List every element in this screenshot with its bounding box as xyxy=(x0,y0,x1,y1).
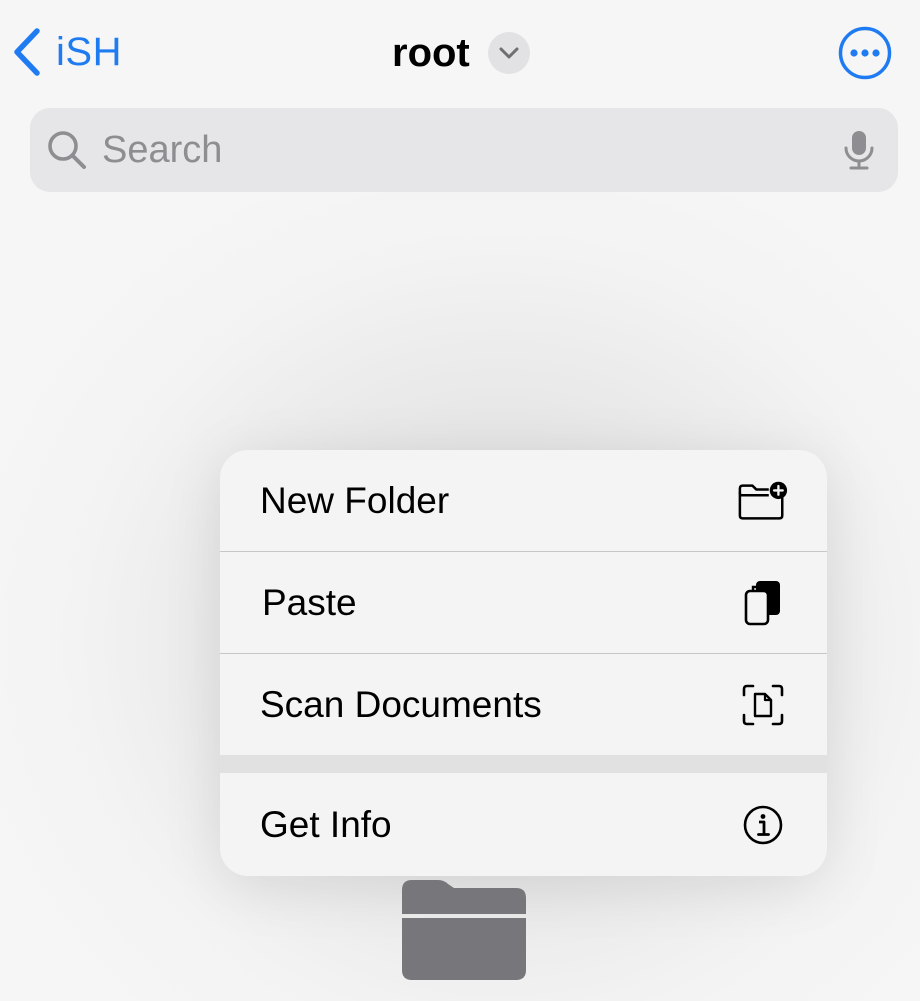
folder-badge-plus-icon xyxy=(737,475,789,527)
menu-item-new-folder[interactable]: New Folder xyxy=(220,450,827,551)
info-circle-icon xyxy=(737,799,789,851)
doc-on-clipboard-icon xyxy=(737,577,789,629)
title-menu[interactable]: root xyxy=(392,28,530,78)
ellipsis-circle-icon xyxy=(838,26,892,80)
context-menu: New Folder Paste Scan Documents Get Info xyxy=(220,450,827,876)
chevron-down-icon xyxy=(499,47,519,59)
search-input[interactable] xyxy=(102,128,842,172)
title-dropdown-button[interactable] xyxy=(487,32,530,74)
more-button[interactable] xyxy=(838,26,892,80)
menu-item-label: Get Info xyxy=(260,803,392,845)
doc-viewfinder-icon xyxy=(737,679,789,731)
search-icon xyxy=(48,131,86,169)
menu-group-separator xyxy=(220,755,827,773)
menu-item-paste[interactable]: Paste xyxy=(220,552,827,653)
menu-item-get-info[interactable]: Get Info xyxy=(220,773,827,876)
microphone-icon[interactable] xyxy=(842,129,876,171)
page-title: root xyxy=(392,30,470,75)
folder-icon[interactable] xyxy=(402,878,526,982)
menu-item-label: Scan Documents xyxy=(260,683,542,725)
back-button[interactable]: iSH xyxy=(12,26,122,78)
menu-item-label: New Folder xyxy=(260,479,450,521)
back-button-label: iSH xyxy=(56,29,122,74)
menu-item-scan-documents[interactable]: Scan Documents xyxy=(220,654,827,755)
search-bar[interactable] xyxy=(30,108,898,192)
menu-item-label: Paste xyxy=(262,581,357,623)
chevron-left-icon xyxy=(14,28,40,76)
